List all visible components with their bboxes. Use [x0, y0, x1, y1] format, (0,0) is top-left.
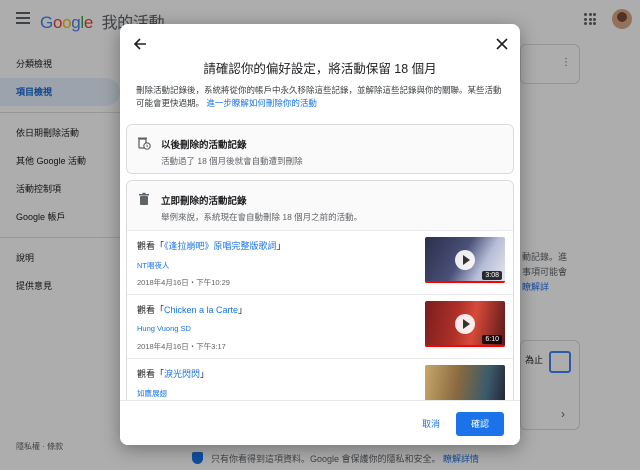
watch-progress-bar: [425, 281, 505, 283]
close-icon: [496, 38, 508, 50]
video-title-link[interactable]: 《逢拉崩吧》原唱完整版歌詞: [164, 241, 277, 251]
activity-item: 觀看「Chicken a la Carte」 Hung Vuong SD 201…: [127, 295, 513, 359]
schedule-delete-icon: [138, 137, 151, 150]
video-title-link[interactable]: 淚光閃閃: [164, 369, 200, 379]
video-title-link[interactable]: Chicken a la Carte: [164, 305, 238, 315]
play-icon: [455, 314, 475, 334]
future-deletion-subtitle: 活動過了 18 個月後就會自動遭到刪除: [161, 156, 303, 166]
activity-title: 觀看「《逢拉崩吧》原唱完整版歌詞」: [137, 239, 286, 252]
immediate-deletion-title: 立即刪除的活動記錄: [161, 196, 247, 207]
dialog-footer: 取消 確認: [120, 400, 520, 445]
close-button[interactable]: [492, 34, 512, 54]
immediate-deletion-subtitle: 舉例來說，系統現在會自動刪除 18 個月之前的活動。: [161, 212, 363, 222]
cancel-button[interactable]: 取消: [414, 413, 448, 435]
watch-progress-bar: [425, 345, 505, 347]
confirm-button[interactable]: 確認: [456, 412, 504, 436]
dialog-description: 刪除活動記錄後，系統將從你的帳戶中永久移除這些記錄，並解除這些記錄與你的關聯。某…: [136, 84, 506, 110]
activity-title-suffix: 」: [200, 369, 210, 379]
video-duration: 6:10: [482, 335, 502, 344]
future-deletion-title: 以後刪除的活動記錄: [161, 140, 247, 151]
dialog-title: 請確認你的偏好設定，將活動保留 18 個月: [203, 62, 437, 76]
activity-title: 觀看「Chicken a la Carte」: [137, 303, 247, 316]
activity-item: 觀看「《逢拉崩吧》原唱完整版歌詞」 NT唱夜人 2018年4月16日・下午10:…: [127, 231, 513, 295]
activity-title-suffix: 」: [276, 241, 286, 251]
activity-item: 觀看「淚光閃閃」 如鷹展翅: [127, 359, 513, 400]
channel-link[interactable]: Hung Vuong SD: [137, 324, 191, 333]
video-thumbnail[interactable]: 6:10: [425, 301, 505, 347]
video-thumbnail[interactable]: [425, 365, 505, 400]
video-thumbnail[interactable]: 3:08: [425, 237, 505, 283]
channel-link[interactable]: NT唱夜人: [137, 260, 170, 271]
video-duration: 3:08: [482, 271, 502, 280]
dialog-description-text: 刪除活動記錄後，系統將從你的帳戶中永久移除這些記錄，並解除這些記錄與你的關聯。某…: [136, 85, 502, 108]
activity-title: 觀看「淚光閃閃」: [137, 367, 209, 380]
immediate-deletion-card: 立即刪除的活動記錄 舉例來說，系統現在會自動刪除 18 個月之前的活動。 觀看「…: [126, 180, 514, 400]
play-icon: [455, 250, 475, 270]
activity-title-prefix: 觀看「: [137, 305, 165, 315]
back-button[interactable]: [130, 34, 150, 54]
arrow-back-icon: [133, 38, 146, 50]
dialog-scroll-area[interactable]: 以後刪除的活動記錄 活動過了 18 個月後就會自動遭到刪除 立即刪除的活動記錄 …: [120, 120, 520, 400]
trash-icon: [139, 192, 149, 205]
immediate-deletion-header: 立即刪除的活動記錄 舉例來說，系統現在會自動刪除 18 個月之前的活動。: [127, 181, 513, 231]
channel-link[interactable]: 如鷹展翅: [137, 388, 167, 399]
activity-title-prefix: 觀看「: [137, 241, 165, 251]
activity-title-suffix: 」: [238, 305, 248, 315]
learn-more-link[interactable]: 進一步瞭解如何刪除你的活動: [206, 98, 317, 108]
future-deletion-card: 以後刪除的活動記錄 活動過了 18 個月後就會自動遭到刪除: [126, 124, 514, 174]
activity-date: 2018年4月16日・下午3:17: [137, 342, 226, 351]
confirm-retention-dialog: 請確認你的偏好設定，將活動保留 18 個月 刪除活動記錄後，系統將從你的帳戶中永…: [120, 24, 520, 445]
activity-title-prefix: 觀看「: [137, 369, 165, 379]
activity-date: 2018年4月16日・下午10:29: [137, 278, 230, 287]
